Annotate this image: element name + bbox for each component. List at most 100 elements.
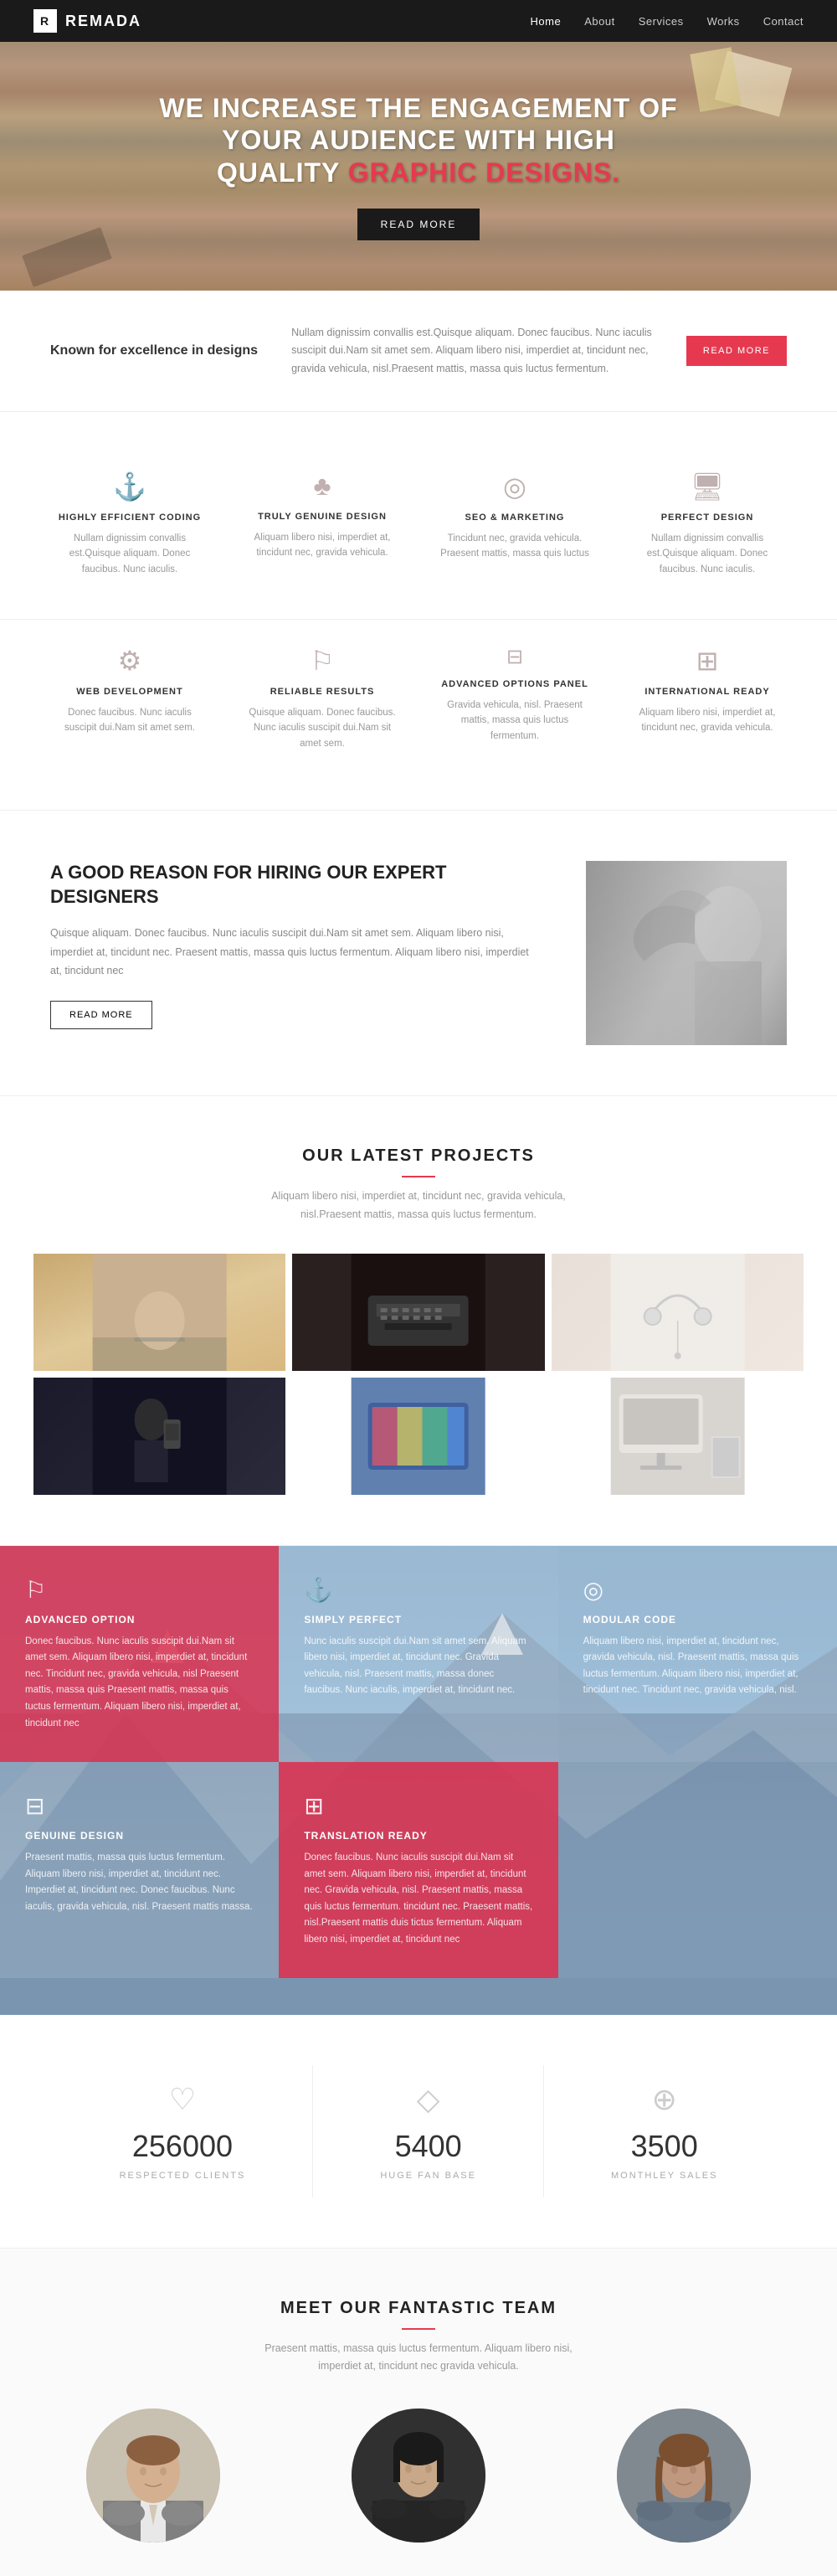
- navigation: R REMADA Home About Services Works Conta…: [0, 0, 837, 42]
- feature-perfect: 🖥 PERFECT DESIGN Nullam dignissim conval…: [611, 454, 804, 594]
- nav-contact[interactable]: Contact: [763, 15, 804, 28]
- monitor-icon: 🖥: [631, 471, 783, 502]
- nav-about[interactable]: About: [584, 15, 614, 28]
- feature-international: ⊞ INTERNATIONAL READY Aliquam libero nis…: [611, 628, 804, 768]
- team-member-3-svg: [617, 2409, 751, 2543]
- sliders-par-icon: ⊟: [25, 1792, 254, 1820]
- flag-icon: ⚐: [246, 645, 398, 677]
- nav-services[interactable]: Services: [639, 15, 684, 28]
- hero-title: WE INCREASE THE ENGAGEMENT OF YOUR AUDIE…: [159, 92, 677, 188]
- team-subtitle: Praesent mattis, massa quis luctus ferme…: [251, 2340, 586, 2376]
- projects-grid: [33, 1254, 804, 1495]
- team-member-2-svg: [352, 2409, 485, 2543]
- sliders-icon: ⊟: [439, 645, 591, 669]
- excellence-read-more-button[interactable]: READ MORE: [686, 336, 787, 366]
- stat-clients: ♡ 256000 RESPECTED CLIENTS: [53, 2065, 314, 2197]
- projects-divider: [402, 1176, 435, 1177]
- stat-fans-label: HUGE FAN BASE: [380, 2171, 476, 2181]
- nav-home[interactable]: Home: [531, 15, 562, 28]
- features-row-1: ⚓ HIGHLY EFFICIENT CODING Nullam digniss…: [0, 412, 837, 620]
- projects-section: OUR LATEST PROJECTS Aliquam libero nisi,…: [0, 1096, 837, 1546]
- stat-clients-label: RESPECTED CLIENTS: [120, 2171, 246, 2181]
- hero-content: WE INCREASE THE ENGAGEMENT OF YOUR AUDIE…: [159, 92, 677, 240]
- reason-section: A GOOD REASON FOR HIRING OUR EXPERT DESI…: [0, 811, 837, 1096]
- par-simply-perfect: ⚓ SIMPLY PERFECT Nunc iaculis suscipit d…: [279, 1546, 557, 1762]
- features-row-2: ⚙ WEB DEVELOPMENT Donec faucibus. Nunc i…: [0, 620, 837, 811]
- feature-seo: ◎ SEO & MARKETING Tincidunt nec, gravida…: [418, 454, 611, 594]
- excellence-text: Nullam dignissim convallis est.Quisque a…: [291, 324, 653, 378]
- par-empty: [558, 1762, 837, 1978]
- team-member-1: [33, 2409, 274, 2543]
- hero-read-more-button[interactable]: READ MORE: [357, 209, 480, 240]
- excellence-section: Known for excellence in designs Nullam d…: [0, 291, 837, 412]
- project-svg-1: [33, 1254, 285, 1371]
- reason-image: [586, 861, 787, 1045]
- team-member-1-svg: [86, 2409, 220, 2543]
- feature-webdev: ⚙ WEB DEVELOPMENT Donec faucibus. Nunc i…: [33, 628, 226, 768]
- par-modular-code: ◎ MODULAR CODE Aliquam libero nisi, impe…: [558, 1546, 837, 1762]
- stats-section: ♡ 256000 RESPECTED CLIENTS ◇ 5400 HUGE F…: [0, 2015, 837, 2249]
- reason-title: A GOOD REASON FOR HIRING OUR EXPERT DESI…: [50, 861, 536, 909]
- project-item-1[interactable]: [33, 1254, 285, 1371]
- stat-sales-number: 3500: [611, 2129, 717, 2164]
- project-svg-3: [552, 1254, 804, 1371]
- parallax-grid: ⚐ ADVANCED OPTION Donec faucibus. Nunc i…: [0, 1546, 837, 1979]
- project-item-6[interactable]: [552, 1378, 804, 1495]
- grid-par-icon: ⊞: [304, 1792, 532, 1820]
- project-item-3[interactable]: [552, 1254, 804, 1371]
- par-translation-ready: ⊞ TRANSLATION READY Donec faucibus. Nunc…: [279, 1762, 557, 1978]
- anchor-par-icon: ⚓: [304, 1576, 532, 1604]
- projects-subtitle: Aliquam libero nisi, imperdiet at, tinci…: [251, 1188, 586, 1224]
- stat-sales: ⊕ 3500 MONTHLEY SALES: [544, 2065, 784, 2197]
- person-svg: [586, 861, 787, 1045]
- reason-content: A GOOD REASON FOR HIRING OUR EXPERT DESI…: [50, 861, 536, 1029]
- hero-section: WE INCREASE THE ENGAGEMENT OF YOUR AUDIE…: [0, 42, 837, 291]
- heart-icon: ♡: [120, 2082, 246, 2117]
- project-item-5[interactable]: [292, 1378, 544, 1495]
- globe-par-icon: ◎: [583, 1576, 812, 1604]
- team-member-3: [563, 2409, 804, 2543]
- feature-options: ⊟ ADVANCED OPTIONS PANEL Gravida vehicul…: [418, 628, 611, 768]
- team-avatar-1: [86, 2409, 220, 2543]
- team-divider: [402, 2328, 435, 2330]
- project-svg-4: [33, 1378, 285, 1495]
- flag-par-icon: ⚐: [25, 1576, 254, 1604]
- team-member-2: [299, 2409, 539, 2543]
- team-grid: [33, 2409, 804, 2543]
- project-item-2[interactable]: [292, 1254, 544, 1371]
- stat-sales-label: MONTHLEY SALES: [611, 2171, 717, 2181]
- diamond-icon: ◇: [380, 2082, 476, 2117]
- project-svg-2: [292, 1254, 544, 1371]
- clover-icon: ♣: [246, 471, 398, 502]
- feature-reliable: ⚐ RELIABLE RESULTS Quisque aliquam. Done…: [226, 628, 418, 768]
- team-title: MEET OUR FANTASTIC TEAM: [33, 2299, 804, 2318]
- par-genuine-design: ⊟ GENUINE DESIGN Praesent mattis, massa …: [0, 1762, 279, 1978]
- nav-links: Home About Services Works Contact: [531, 14, 804, 28]
- logo-box: R: [33, 9, 57, 33]
- stat-fans-number: 5400: [380, 2129, 476, 2164]
- stat-clients-number: 256000: [120, 2129, 246, 2164]
- reason-text: Quisque aliquam. Donec faucibus. Nunc ia…: [50, 924, 536, 981]
- excellence-heading: Known for excellence in designs: [50, 342, 258, 360]
- projects-title: OUR LATEST PROJECTS: [33, 1146, 804, 1166]
- stat-fans: ◇ 5400 HUGE FAN BASE: [313, 2065, 544, 2197]
- nav-works[interactable]: Works: [707, 15, 740, 28]
- team-avatar-3: [617, 2409, 751, 2543]
- anchor-icon: ⚓: [54, 471, 206, 502]
- basket-icon: ⊕: [611, 2082, 717, 2117]
- feature-coding: ⚓ HIGHLY EFFICIENT CODING Nullam digniss…: [33, 454, 226, 594]
- par-advanced-option: ⚐ ADVANCED OPTION Donec faucibus. Nunc i…: [0, 1546, 279, 1762]
- globe-icon: ◎: [439, 471, 591, 502]
- parallax-section: ⚐ ADVANCED OPTION Donec faucibus. Nunc i…: [0, 1546, 837, 2015]
- logo-name: REMADA: [65, 13, 141, 30]
- reason-read-more-button[interactable]: READ MORE: [50, 1001, 152, 1029]
- project-svg-6: [552, 1378, 804, 1495]
- team-section: MEET OUR FANTASTIC TEAM Praesent mattis,…: [0, 2249, 837, 2576]
- gear-icon: ⚙: [54, 645, 206, 677]
- international-icon: ⊞: [631, 645, 783, 677]
- feature-design: ♣ TRULY GENUINE DESIGN Aliquam libero ni…: [226, 454, 418, 594]
- team-avatar-2: [352, 2409, 485, 2543]
- logo[interactable]: R REMADA: [33, 9, 141, 33]
- project-item-4[interactable]: [33, 1378, 285, 1495]
- project-svg-5: [292, 1378, 544, 1495]
